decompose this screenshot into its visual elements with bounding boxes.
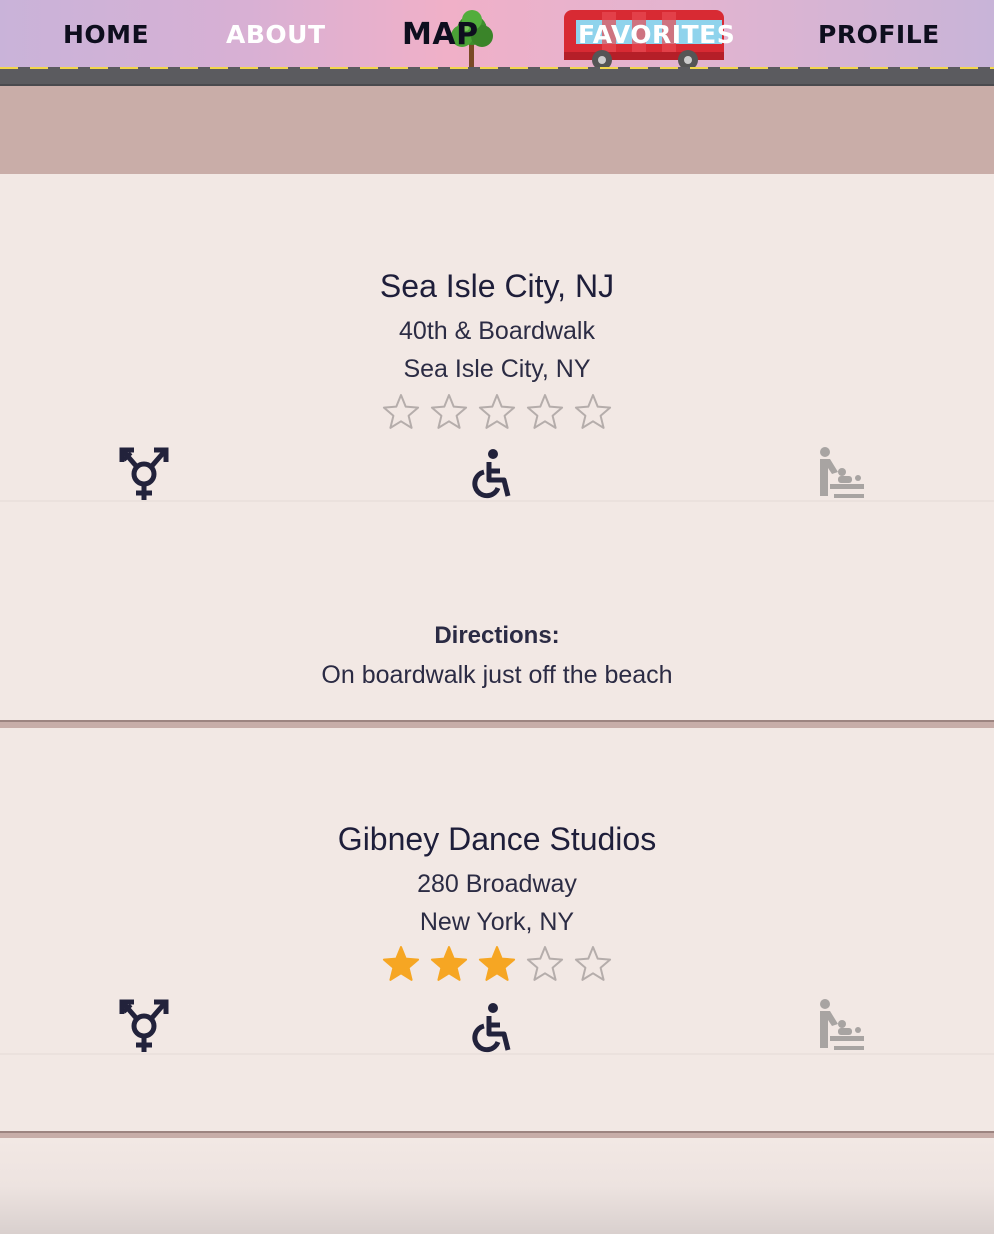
wheelchair-accessible-icon (472, 1003, 511, 1053)
favorite-card: Gibney Dance Studios 280 Broadway New Yo… (0, 728, 994, 1131)
card-separator (0, 720, 994, 728)
star-empty-icon[interactable] (429, 392, 469, 432)
nav-home[interactable]: HOME (63, 20, 149, 49)
star-empty-icon[interactable] (525, 944, 565, 984)
directions-text: On boardwalk just off the beach (321, 661, 673, 689)
star-empty-icon[interactable] (573, 392, 613, 432)
star-rating[interactable] (0, 392, 994, 432)
star-filled-icon[interactable] (381, 944, 421, 984)
nav-map[interactable]: MAP (402, 17, 479, 52)
location-address: 280 Broadway (417, 870, 577, 898)
star-empty-icon[interactable] (381, 392, 421, 432)
nav-about[interactable]: ABOUT (226, 20, 326, 49)
star-empty-icon[interactable] (525, 392, 565, 432)
star-rating[interactable] (0, 944, 994, 984)
top-nav: HOME ABOUT MAP FAVORITES PROFILE (0, 0, 994, 86)
baby-changing-icon (820, 447, 864, 498)
directions-label: Directions: (434, 622, 560, 649)
nav-profile[interactable]: PROFILE (818, 20, 940, 49)
transgender-icon (119, 447, 169, 500)
location-name: Sea Isle City, NJ (379, 268, 615, 304)
location-city: New York, NY (419, 908, 575, 936)
transgender-icon (119, 999, 169, 1052)
location-name: Gibney Dance Studios (337, 821, 657, 857)
favorite-card: Sea Isle City, NJ 40th & Boardwalk Sea I… (0, 176, 994, 720)
star-filled-icon[interactable] (429, 944, 469, 984)
wheelchair-accessible-icon (472, 449, 511, 499)
location-address: 40th & Boardwalk (399, 317, 595, 345)
star-filled-icon[interactable] (477, 944, 517, 984)
baby-changing-icon (820, 999, 864, 1050)
star-empty-icon[interactable] (477, 392, 517, 432)
page-footer (0, 1138, 994, 1234)
star-empty-icon[interactable] (573, 944, 613, 984)
location-city: Sea Isle City, NY (403, 355, 591, 383)
nav-favorites[interactable]: FAVORITES (578, 20, 735, 49)
page-banner (0, 86, 994, 174)
